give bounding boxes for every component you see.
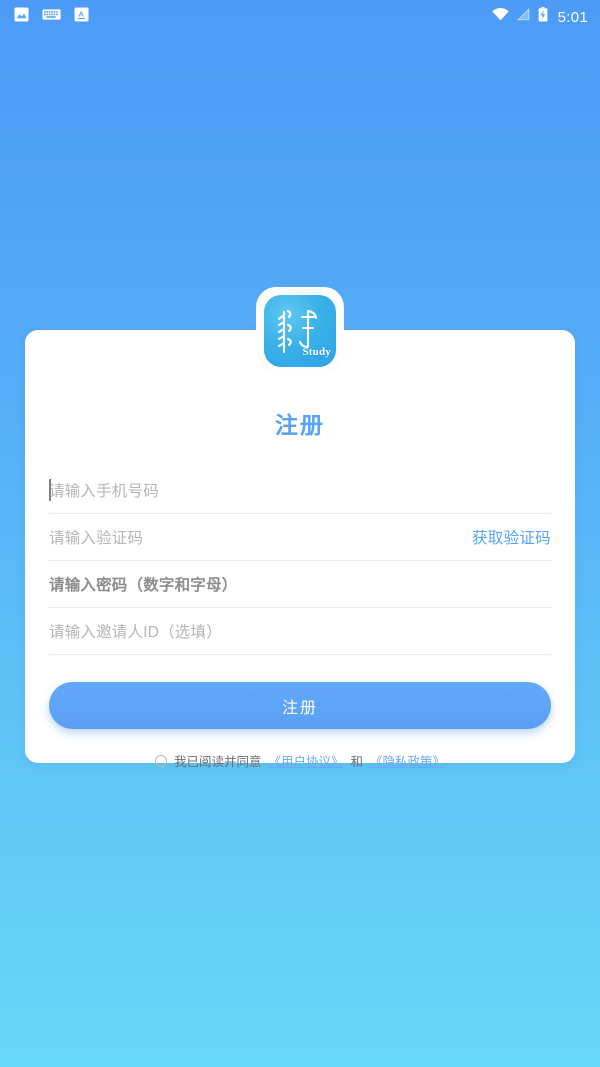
user-agreement-link[interactable]: 《用户协议》 <box>268 751 343 770</box>
page-title: 注册 <box>275 412 325 438</box>
status-bar-left-icons: A <box>14 7 89 27</box>
get-code-button[interactable]: 获取验证码 <box>472 526 551 548</box>
inviter-id-input-placeholder: 请输入邀请人ID（选填） <box>49 624 222 641</box>
keyboard-icon <box>42 8 61 26</box>
svg-text:A: A <box>79 10 85 19</box>
password-input[interactable]: 请输入密码（数字和字母） <box>49 561 551 608</box>
privacy-policy-link[interactable]: 《隐私政策》 <box>370 751 445 770</box>
password-input-placeholder: 请输入密码（数字和字母） <box>49 577 238 594</box>
status-bar-right-icons: 5:01 <box>491 7 588 27</box>
agreement-row: 我已阅读并同意 《用户协议》 和 《隐私政策》 <box>49 751 551 770</box>
register-card: 注册 请输入手机号码 请输入验证码 获取验证码 请输入密码（数字和字母） 请输入… <box>25 330 575 769</box>
agreement-prefix-label: 我已阅读并同意 <box>173 755 262 769</box>
wifi-icon <box>491 8 509 26</box>
input-method-a-icon: A <box>74 7 89 27</box>
phone-input-placeholder: 请输入手机号码 <box>49 483 159 500</box>
text-caret <box>49 479 51 501</box>
no-signal-icon <box>516 7 530 26</box>
app-logo-study-label: Study <box>302 346 331 358</box>
status-bar: A 5:01 <box>0 0 600 34</box>
status-bar-clock: 5:01 <box>557 8 588 26</box>
verification-code-input[interactable]: 请输入验证码 获取验证码 <box>49 514 551 561</box>
image-icon <box>14 7 29 27</box>
agreement-separator-label: 和 <box>350 755 364 769</box>
battery-charging-icon <box>538 7 548 27</box>
verification-code-input-placeholder: 请输入验证码 <box>49 530 144 547</box>
inviter-id-input[interactable]: 请输入邀请人ID（选填） <box>49 608 551 655</box>
phone-input[interactable]: 请输入手机号码 <box>49 467 551 514</box>
register-button[interactable]: 注册 <box>49 682 551 729</box>
app-logo: Study <box>256 287 344 375</box>
app-logo-tile: Study <box>264 295 336 367</box>
agreement-checkbox[interactable] <box>154 754 167 767</box>
